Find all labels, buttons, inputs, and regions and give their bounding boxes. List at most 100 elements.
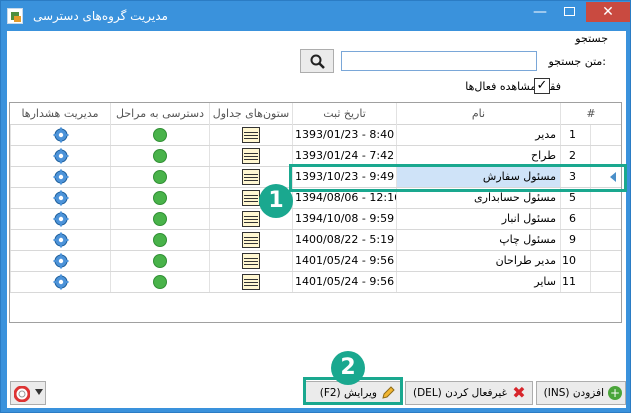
search-icon — [310, 54, 325, 69]
row-alerts-cell[interactable] — [10, 167, 110, 187]
search-button[interactable] — [300, 49, 334, 73]
workflow-access-icon — [153, 254, 167, 268]
row-date-cell: 1400/08/22 - 5:19 ب.ظ — [292, 230, 396, 250]
row-columns-cell[interactable] — [209, 272, 292, 292]
workflow-access-icon — [153, 128, 167, 142]
row-access-cell[interactable] — [110, 188, 209, 208]
row-access-cell[interactable] — [110, 125, 209, 145]
add-button[interactable]: (INS) افزودن + — [536, 381, 626, 405]
table-columns-icon — [242, 127, 260, 143]
row-date-cell: 1401/05/24 - 9:56 ق.ظ — [292, 272, 396, 292]
workflow-access-icon — [153, 191, 167, 205]
row-alerts-cell[interactable] — [10, 188, 110, 208]
workflow-access-icon — [153, 275, 167, 289]
search-input[interactable] — [341, 51, 537, 71]
search-label: متن جستجو: — [548, 55, 606, 68]
row-access-cell[interactable] — [110, 146, 209, 166]
table-row[interactable]: 11 سایر 1401/05/24 - 9:56 ق.ظ — [10, 272, 621, 293]
row-date-cell: 1393/01/24 - 7:42 ب.ظ — [292, 146, 396, 166]
row-indicator-cell — [590, 230, 621, 250]
row-indicator-cell — [590, 209, 621, 229]
gear-icon — [53, 169, 68, 185]
row-columns-cell[interactable] — [209, 230, 292, 250]
workflow-access-icon — [153, 212, 167, 226]
row-number-cell: 10 — [560, 251, 590, 271]
row-access-cell[interactable] — [110, 272, 209, 292]
header-number[interactable]: # — [560, 103, 621, 125]
workflow-access-icon — [153, 149, 167, 163]
row-access-cell[interactable] — [110, 251, 209, 271]
row-indicator-cell — [590, 125, 621, 145]
deactivate-button[interactable]: (DEL) غیرفعال کردن ✖ — [405, 381, 533, 405]
row-name-cell: مسئول چاپ — [396, 230, 560, 250]
row-alerts-cell[interactable] — [10, 125, 110, 145]
row-alerts-cell[interactable] — [10, 230, 110, 250]
table-row[interactable]: 1 مدیر 1393/01/23 - 8:40 ب.ظ — [10, 125, 621, 146]
minimize-button[interactable]: — — [527, 2, 553, 22]
maximize-button[interactable] — [556, 2, 582, 22]
table-columns-icon — [242, 211, 260, 227]
row-access-cell[interactable] — [110, 230, 209, 250]
gear-icon — [53, 190, 68, 206]
header-alerts[interactable]: مدیریت هشدارها — [10, 103, 110, 125]
table-row[interactable]: 10 مدیر طراحان 1401/05/24 - 9:56 ق.ظ — [10, 251, 621, 272]
table-row[interactable]: 9 مسئول چاپ 1400/08/22 - 5:19 ب.ظ — [10, 230, 621, 251]
active-only-checkbox[interactable]: ✓ — [534, 78, 550, 94]
deactivate-label: (DEL) غیرفعال کردن — [413, 387, 507, 399]
row-date-cell: 1394/10/08 - 9:59 ب.ظ — [292, 209, 396, 229]
access-groups-window: مدیریت گروه‌های دسترسی — ✕ جستجو متن جست… — [0, 0, 631, 413]
callout-two: 2 — [331, 351, 365, 385]
row-name-cell: مسئول انبار — [396, 209, 560, 229]
workflow-access-icon — [153, 233, 167, 247]
row-indicator-cell — [590, 272, 621, 292]
workflow-access-icon — [153, 170, 167, 184]
search-panel: جستجو متن جستجو: فقط مشاهده فعال‌ها ✓ — [7, 31, 626, 97]
table-columns-icon — [242, 190, 260, 206]
row-number-cell: 9 — [560, 230, 590, 250]
help-dropdown-button[interactable] — [10, 381, 46, 405]
gear-icon — [53, 148, 68, 164]
row-access-cell[interactable] — [110, 167, 209, 187]
gear-icon — [53, 211, 68, 227]
gear-icon — [53, 274, 68, 290]
row-columns-cell[interactable] — [209, 251, 292, 271]
row-columns-cell[interactable] — [209, 146, 292, 166]
table-columns-icon — [242, 148, 260, 164]
row-alerts-cell[interactable] — [10, 146, 110, 166]
row-number-cell: 6 — [560, 209, 590, 229]
row-name-cell: سایر — [396, 272, 560, 292]
row-alerts-cell[interactable] — [10, 251, 110, 271]
maximize-icon — [563, 7, 575, 16]
close-button[interactable]: ✕ — [586, 2, 630, 22]
gear-icon — [53, 232, 68, 248]
access-groups-table: # نام تاریخ ثبت ستون‌های جداول دسترسی به… — [9, 102, 622, 323]
row-columns-cell[interactable] — [209, 125, 292, 145]
table-columns-icon — [242, 274, 260, 290]
header-name[interactable]: نام — [396, 103, 560, 125]
row-number-cell: 11 — [560, 272, 590, 292]
header-access[interactable]: دسترسی به مراحل — [110, 103, 209, 125]
table-columns-icon — [242, 253, 260, 269]
chevron-down-icon — [35, 389, 43, 395]
header-date[interactable]: تاریخ ثبت — [292, 103, 396, 125]
row-date-cell: 1401/05/24 - 9:56 ق.ظ — [292, 251, 396, 271]
row-access-cell[interactable] — [110, 209, 209, 229]
plus-icon: + — [608, 386, 622, 400]
row-number-cell: 1 — [560, 125, 590, 145]
gear-icon — [53, 127, 68, 143]
table-columns-icon — [242, 232, 260, 248]
row-alerts-cell[interactable] — [10, 272, 110, 292]
selected-row-highlight — [289, 164, 627, 192]
app-icon — [7, 8, 23, 24]
search-group-title: جستجو — [575, 32, 608, 45]
row-name-cell: طراح — [396, 146, 560, 166]
gear-icon — [53, 253, 68, 269]
table-row[interactable]: 6 مسئول انبار 1394/10/08 - 9:59 ب.ظ — [10, 209, 621, 230]
row-name-cell: مدیر — [396, 125, 560, 145]
header-columns[interactable]: ستون‌های جداول — [209, 103, 292, 125]
lifebuoy-icon — [14, 386, 30, 402]
table-columns-icon — [242, 169, 260, 185]
window-title: مدیریت گروه‌های دسترسی — [33, 9, 168, 23]
window-content: جستجو متن جستجو: فقط مشاهده فعال‌ها ✓ # … — [7, 31, 627, 408]
row-alerts-cell[interactable] — [10, 209, 110, 229]
